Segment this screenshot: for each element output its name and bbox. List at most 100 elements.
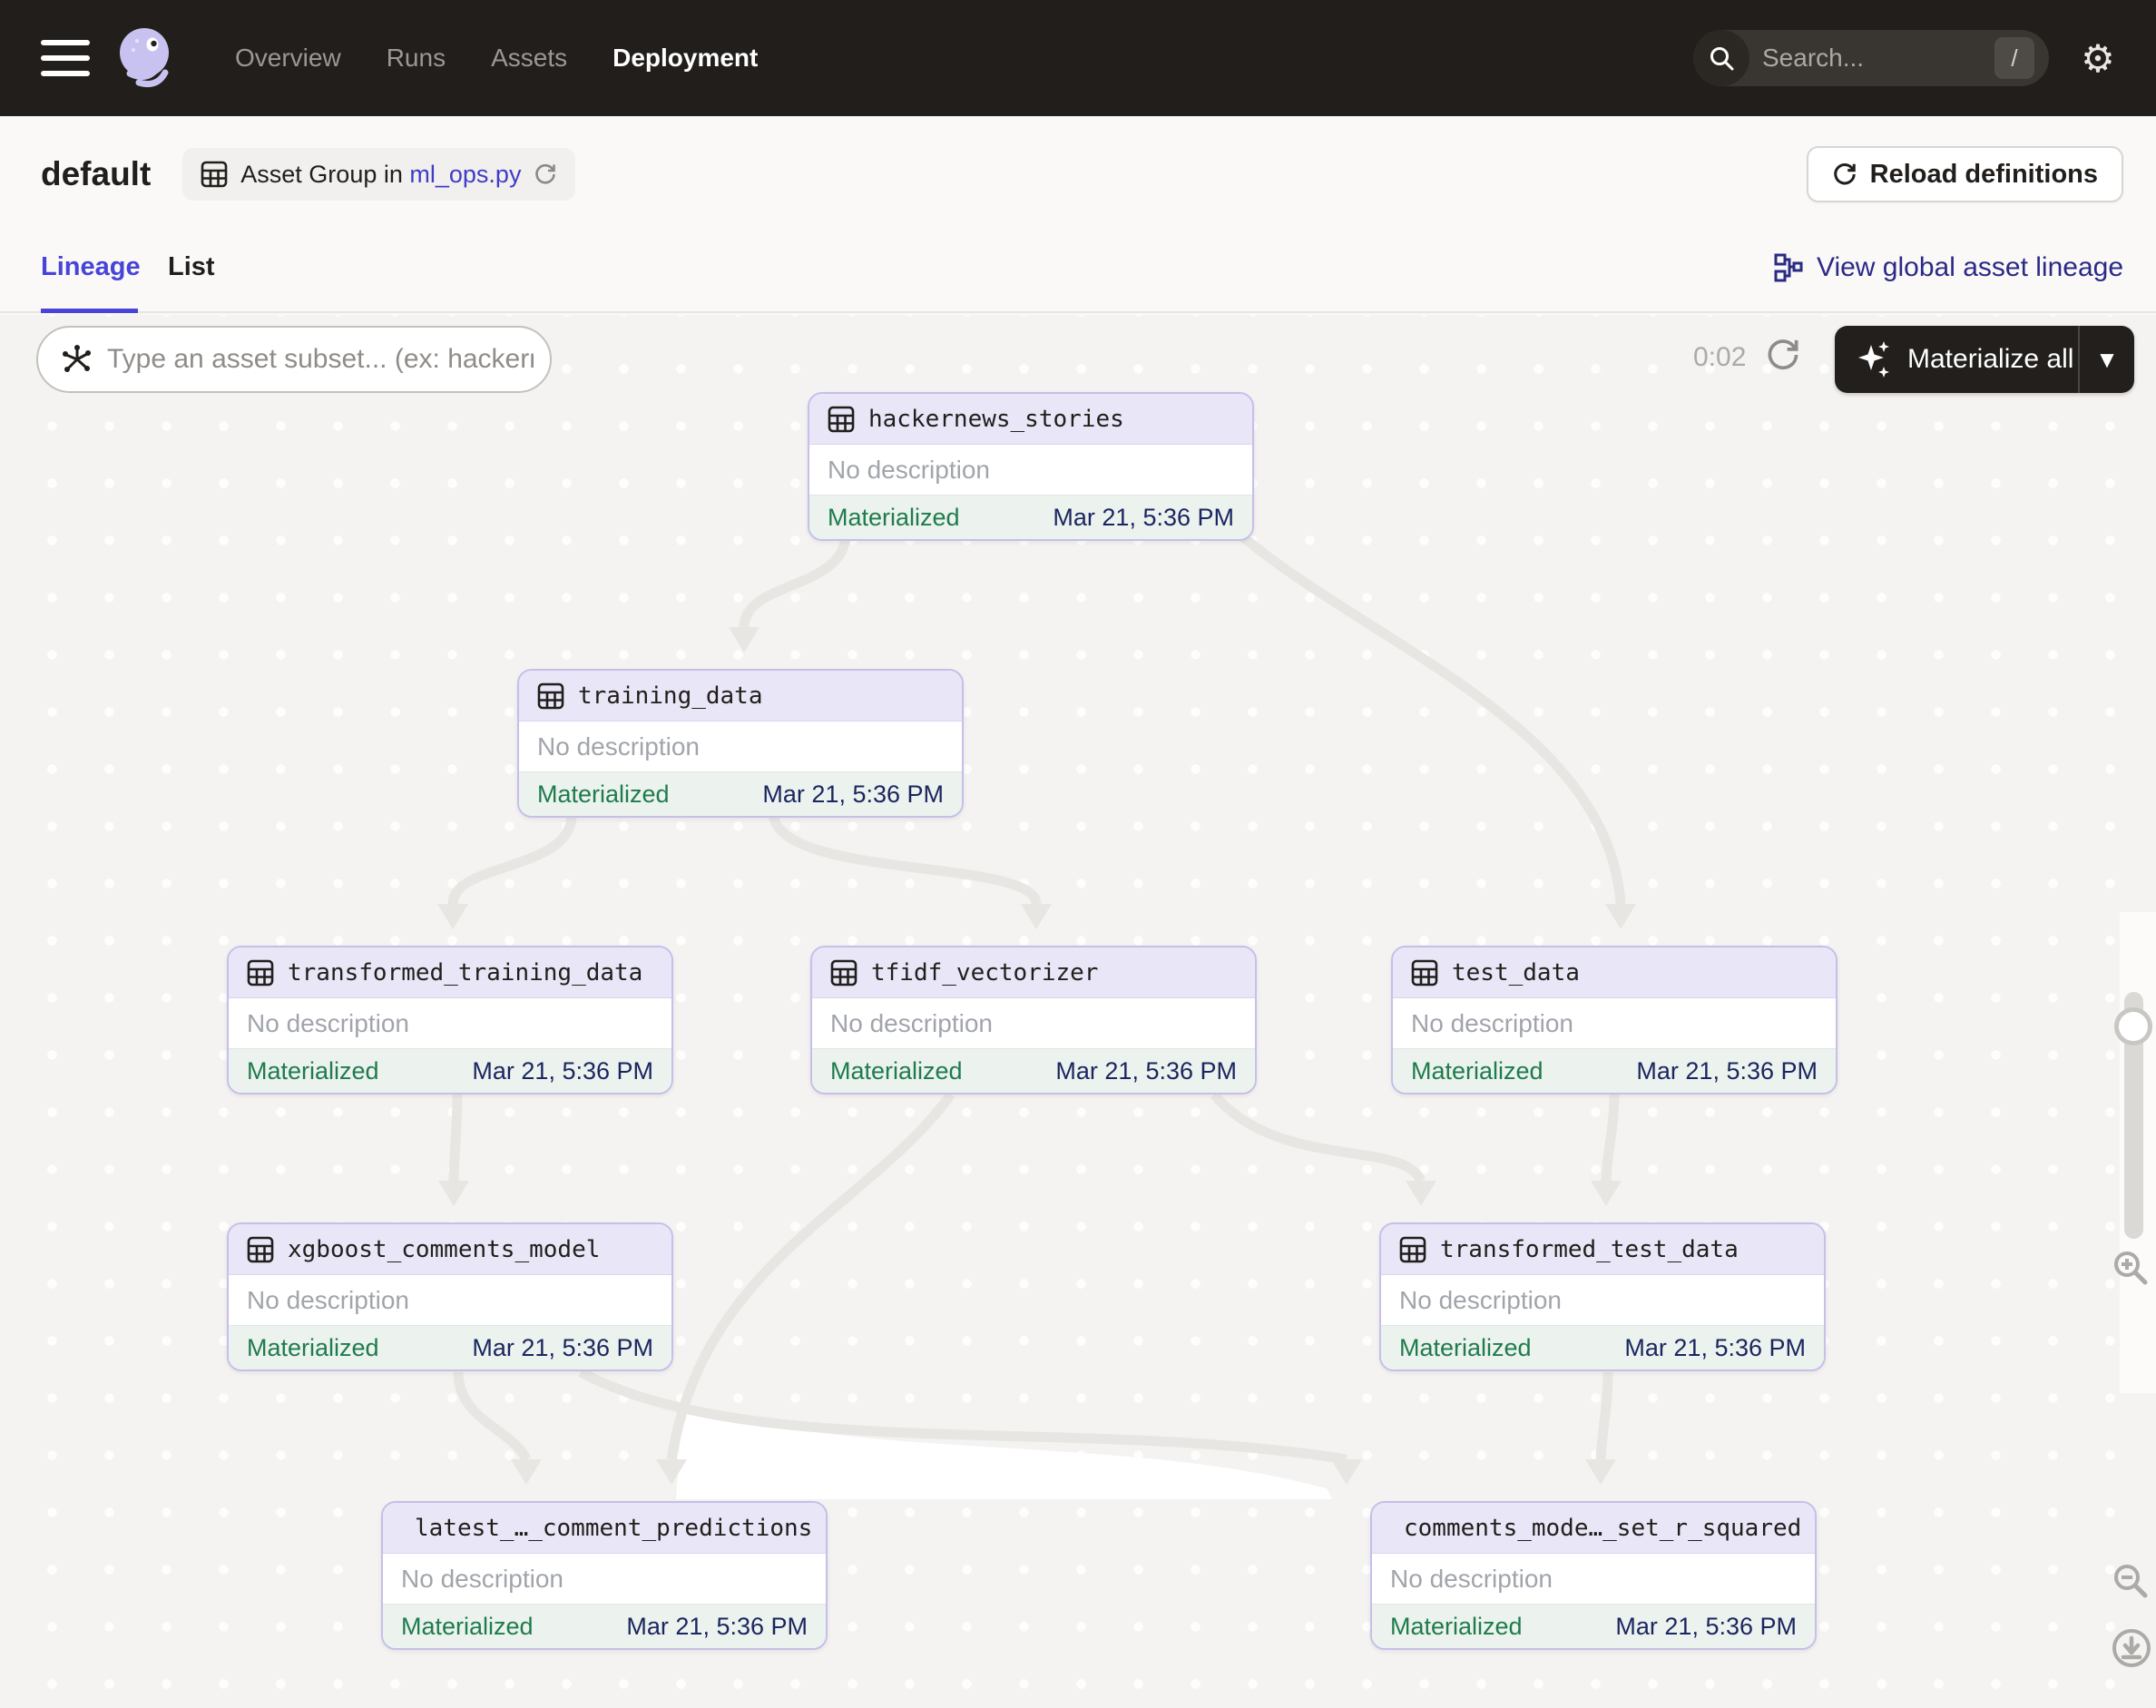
asset-description: No description: [830, 1009, 993, 1038]
view-global-asset-lineage-link[interactable]: View global asset lineage: [1773, 252, 2123, 283]
asset-status-materialized: Materialized: [1399, 1334, 1532, 1362]
asset-materialized-time: Mar 21, 5:36 PM: [1636, 1057, 1818, 1085]
materialize-all-button[interactable]: Materialize all ▼: [1835, 326, 2134, 393]
asset-materialized-time: Mar 21, 5:36 PM: [1053, 504, 1234, 532]
asset-node[interactable]: hackernews_stories No description Materi…: [808, 392, 1254, 541]
asset-subset-filter[interactable]: [36, 326, 552, 393]
active-tab-underline: [41, 309, 138, 313]
dagster-octopus-logo[interactable]: [112, 23, 182, 93]
asset-node[interactable]: test_data No description Materialized Ma…: [1391, 946, 1838, 1094]
asset-node[interactable]: comments_mode…_set_r_squared No descript…: [1370, 1501, 1817, 1650]
table-icon: [1411, 959, 1438, 987]
asset-status-materialized: Materialized: [830, 1057, 963, 1085]
tab-list[interactable]: List: [168, 252, 215, 282]
asset-node-header: tfidf_vectorizer: [812, 947, 1255, 998]
asset-materialized-time: Mar 21, 5:36 PM: [1055, 1057, 1237, 1085]
asset-description: No description: [247, 1286, 409, 1315]
asset-node-header: latest_…_comment_predictions: [383, 1503, 826, 1554]
asset-materialized-time: Mar 21, 5:36 PM: [626, 1613, 808, 1641]
asset-name: transformed_test_data: [1440, 1236, 1739, 1263]
asset-description: No description: [828, 456, 990, 485]
asset-description: No description: [1399, 1286, 1562, 1315]
refresh-icon[interactable]: [534, 162, 557, 186]
asset-name: xgboost_comments_model: [288, 1236, 600, 1263]
asset-node[interactable]: training_data No description Materialize…: [517, 669, 964, 818]
asset-materialized-time: Mar 21, 5:36 PM: [472, 1334, 653, 1362]
asset-node-header: xgboost_comments_model: [229, 1224, 671, 1275]
table-icon: [828, 406, 855, 433]
materialize-dropdown-caret[interactable]: ▼: [2080, 346, 2134, 374]
view-global-asset-lineage-label: View global asset lineage: [1817, 252, 2123, 283]
asset-description: No description: [401, 1565, 564, 1594]
asset-node[interactable]: transformed_training_data No description…: [227, 946, 673, 1094]
asset-node-header: comments_mode…_set_r_squared: [1372, 1503, 1815, 1554]
asset-node[interactable]: tfidf_vectorizer No description Material…: [810, 946, 1257, 1094]
search-shortcut-badge: /: [1994, 37, 2034, 79]
table-icon: [1399, 1236, 1426, 1263]
asset-description: No description: [247, 1009, 409, 1038]
zoom-slider-handle[interactable]: [2114, 1007, 2152, 1045]
asset-status-materialized: Materialized: [1390, 1613, 1523, 1641]
hamburger-menu-icon[interactable]: [41, 40, 90, 76]
search-icon: [1693, 30, 1749, 86]
nav-item-deployment[interactable]: Deployment: [612, 44, 758, 73]
zoom-in-icon[interactable]: [2111, 1248, 2151, 1288]
tab-lineage[interactable]: Lineage: [41, 252, 141, 282]
asset-subset-input[interactable]: [107, 344, 534, 375]
asset-group-badge: Asset Group in ml_ops.py: [182, 148, 575, 201]
table-icon: [537, 682, 564, 710]
asset-status-materialized: Materialized: [401, 1613, 534, 1641]
search-input[interactable]: [1762, 44, 1971, 73]
asset-name: training_data: [578, 682, 763, 710]
asset-materialized-time: Mar 21, 5:36 PM: [762, 780, 944, 809]
download-graph-icon[interactable]: [2111, 1627, 2152, 1669]
asset-description: No description: [537, 732, 700, 761]
gear-icon[interactable]: ⚙: [2074, 36, 2122, 81]
asset-node-header: test_data: [1393, 947, 1836, 998]
asset-status-materialized: Materialized: [537, 780, 670, 809]
page-header: default Asset Group in ml_ops.py Reload …: [0, 116, 2156, 232]
reload-definitions-label: Reload definitions: [1870, 160, 2098, 190]
zoom-out-icon[interactable]: [2111, 1561, 2151, 1601]
asset-name: latest_…_comment_predictions: [415, 1515, 812, 1542]
table-icon: [830, 959, 858, 987]
asset-node-header: hackernews_stories: [809, 394, 1252, 445]
top-nav: Overview Runs Assets Deployment / ⚙: [0, 0, 2156, 116]
tabs-row: Lineage List View global asset lineage: [0, 232, 2156, 313]
table-icon: [247, 1236, 274, 1263]
sparkle-icon: [1857, 339, 1893, 379]
asset-node[interactable]: latest_…_comment_predictions No descript…: [381, 1501, 828, 1650]
nav-item-overview[interactable]: Overview: [235, 44, 341, 73]
asset-subset-icon: [62, 344, 93, 375]
asset-name: test_data: [1452, 959, 1580, 987]
asset-status-materialized: Materialized: [247, 1057, 379, 1085]
asset-name: transformed_training_data: [288, 959, 642, 987]
materialize-all-label: Materialize all: [1907, 344, 2073, 375]
nav-items: Overview Runs Assets Deployment: [235, 44, 758, 73]
graph-refresh-icon[interactable]: [1765, 337, 1801, 373]
asset-materialized-time: Mar 21, 5:36 PM: [1624, 1334, 1806, 1362]
refresh-timer: 0:02: [1693, 342, 1746, 373]
page-title: default: [41, 155, 151, 193]
lineage-graph-icon: [1773, 252, 1804, 283]
asset-status-materialized: Materialized: [828, 504, 960, 532]
asset-name: tfidf_vectorizer: [871, 959, 1098, 987]
asset-materialized-time: Mar 21, 5:36 PM: [1615, 1613, 1797, 1641]
asset-node-header: training_data: [519, 671, 962, 721]
nav-item-runs[interactable]: Runs: [387, 44, 446, 73]
asset-node-header: transformed_training_data: [229, 947, 671, 998]
badge-text: Asset Group in: [240, 161, 403, 188]
asset-name: hackernews_stories: [868, 406, 1124, 433]
reload-icon: [1832, 162, 1857, 187]
asset-description: No description: [1411, 1009, 1573, 1038]
reload-definitions-button[interactable]: Reload definitions: [1807, 146, 2123, 202]
nav-item-assets[interactable]: Assets: [491, 44, 567, 73]
lineage-graph-canvas[interactable]: 0:02 Materialize all ▼ hackernews_storie…: [0, 315, 2156, 1708]
asset-group-icon: [201, 161, 228, 188]
asset-node[interactable]: xgboost_comments_model No description Ma…: [227, 1222, 673, 1371]
search-box[interactable]: /: [1693, 30, 2049, 86]
table-icon: [247, 959, 274, 987]
badge-file-link[interactable]: ml_ops.py: [409, 161, 521, 188]
asset-node[interactable]: transformed_test_data No description Mat…: [1379, 1222, 1826, 1371]
asset-status-materialized: Materialized: [247, 1334, 379, 1362]
